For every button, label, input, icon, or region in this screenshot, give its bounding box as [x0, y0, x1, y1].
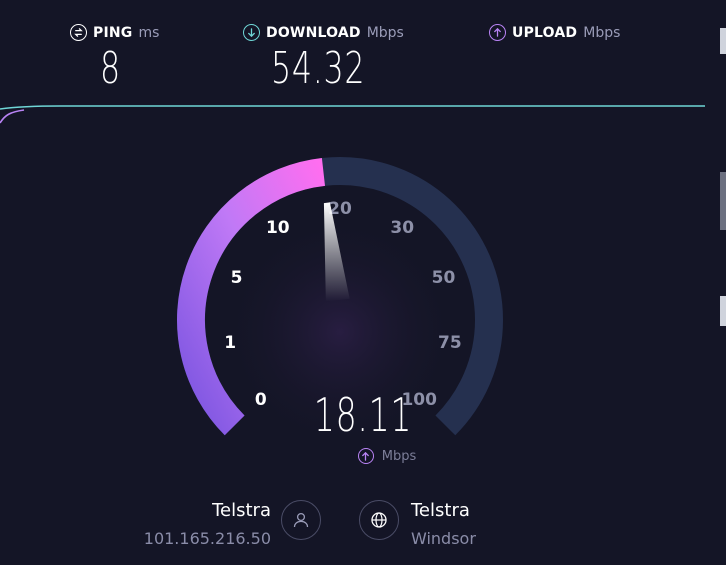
gauge-tick-5: 5 [231, 268, 243, 288]
globe-icon [371, 512, 387, 528]
ping-value: 8 [100, 43, 121, 94]
ping-label: PING [93, 24, 133, 41]
upload-unit: Mbps [583, 24, 621, 41]
ping-unit: ms [138, 24, 160, 41]
current-speed-unit: Mbps [24, 448, 726, 464]
adjacent-window-edge [720, 0, 726, 565]
isp-ip: 101.165.216.50 [143, 529, 271, 548]
server-button[interactable] [359, 500, 399, 540]
download-metric: DOWNLOAD Mbps 54.32 [243, 24, 404, 91]
gauge-tick-30: 30 [390, 218, 414, 238]
current-speed-value: 18.11 [313, 388, 413, 442]
upload-label: UPLOAD [512, 24, 578, 41]
upload-arrow-icon [489, 24, 506, 41]
isp-name: Telstra [212, 500, 271, 521]
gauge-tick-50: 50 [432, 268, 456, 288]
gauge-tick-1: 1 [224, 333, 236, 353]
ping-metric: PING ms 8 [70, 24, 159, 91]
download-unit: Mbps [366, 24, 404, 41]
user-icon [293, 512, 309, 528]
gauge-tick-75: 75 [438, 333, 462, 353]
server-location: Windsor [411, 529, 476, 548]
ping-icon [70, 24, 87, 41]
upload-metric: UPLOAD Mbps [489, 24, 620, 47]
upload-arrow-icon [357, 448, 374, 464]
speed-graph [0, 105, 705, 124]
download-value: 54.32 [271, 43, 366, 94]
gauge-tick-10: 10 [266, 218, 290, 238]
isp-info: Telstra 101.165.216.50 [144, 500, 271, 548]
speed-unit-label: Mbps [381, 448, 417, 464]
user-button[interactable] [281, 500, 321, 540]
server-info: Telstra Windsor [411, 500, 476, 548]
download-arrow-icon [243, 24, 260, 41]
download-label: DOWNLOAD [266, 24, 361, 41]
server-name: Telstra [411, 500, 470, 521]
